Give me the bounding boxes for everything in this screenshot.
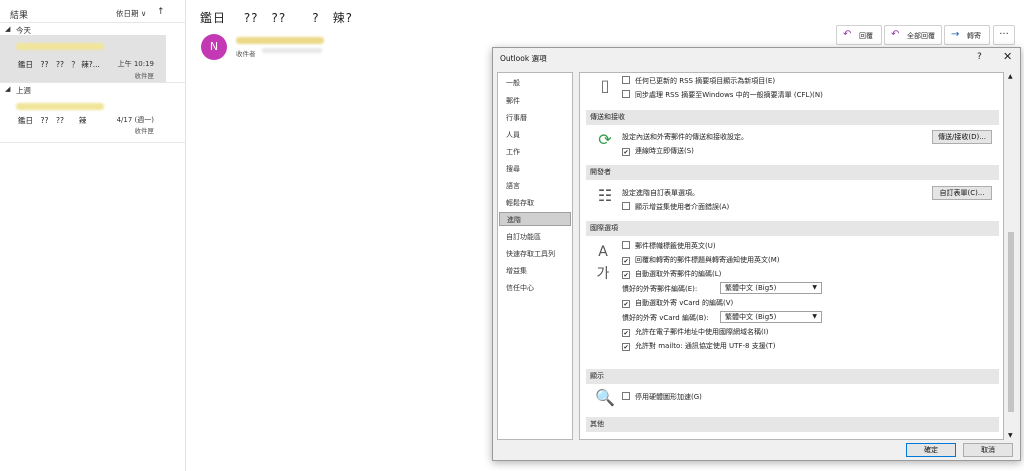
dropdown-arrow-icon: ▼ (812, 284, 817, 291)
auto-select-encoding-option[interactable]: 自動選取外寄郵件的編碼(L) (622, 269, 721, 279)
message-list-header: 結果 依日期 ∨ ↑ (0, 0, 186, 22)
close-icon[interactable]: ✕ (1003, 50, 1012, 63)
message-subject: 鑑日 ?? ?? ? 辣? (200, 11, 354, 25)
item-time: 上午 10:19 (117, 60, 154, 68)
custom-forms-button[interactable]: 自訂表單(C)... (932, 186, 992, 200)
item-time: 4/17 (週一) (116, 116, 154, 124)
sort-by-date-button[interactable]: 依日期 ∨ (116, 8, 146, 19)
rss-option-2[interactable]: 同步處理 RSS 摘要至Windows 中的一般摘要清單 (CFL)(N) (622, 90, 823, 100)
list-item[interactable]: 鑑日 ?? ?? ？ 辣?... 上午 10:19 收件匣 (0, 35, 166, 82)
nav-item-people[interactable]: 人員 (499, 128, 571, 142)
checkbox[interactable] (622, 271, 630, 279)
nav-item-tasks[interactable]: 工作 (499, 145, 571, 159)
item-subject: 鑑日 ?? ?? 辣 (18, 116, 87, 125)
checkbox[interactable] (622, 202, 630, 210)
checkbox[interactable] (622, 257, 630, 265)
checkbox[interactable] (622, 329, 630, 337)
checkbox[interactable] (622, 76, 630, 84)
nav-item-general[interactable]: 一般 (499, 76, 571, 90)
section-display: 顯示 (586, 369, 999, 384)
checkbox[interactable] (622, 343, 630, 351)
nav-item-customize-ribbon[interactable]: 自訂功能區 (499, 230, 571, 244)
rss-option-1[interactable]: 任何已更新的 RSS 摘要項目顯示為新項目(E) (622, 76, 775, 86)
english-headers-option[interactable]: 回覆和轉寄的郵件標題與轉寄通知使用英文(M) (622, 255, 780, 265)
section-developers: 開發者 (586, 165, 999, 180)
send-receive-button[interactable]: 傳送/接收(D)... (932, 130, 992, 144)
sender-name-blurred[interactable] (236, 37, 324, 44)
nav-item-calendar[interactable]: 行事曆 (499, 111, 571, 125)
dropdown-arrow-icon: ▼ (812, 313, 817, 320)
vcard-encoding-label: 慣好的外寄 vCard 編碼(B): (622, 314, 709, 322)
scroll-down-icon[interactable]: ▼ (1008, 432, 1013, 439)
reply-button[interactable]: ↶ 回覆 (836, 25, 882, 45)
english-flag-labels-option[interactable]: 郵件標幟標籤使用英文(U) (622, 241, 716, 251)
send-immediately-option[interactable]: 連線時立即傳送(S) (622, 146, 694, 156)
language-icon: A가 (596, 244, 610, 282)
list-item[interactable]: 鑑日 ?? ?? 辣 4/17 (週一) 收件匣 (0, 95, 166, 142)
options-scrollbar[interactable]: ▲ ▼ (1006, 72, 1016, 440)
vcard-encoding-select[interactable]: 繁體中文 (Big5) ▼ (720, 311, 822, 323)
more-actions-button[interactable]: ··· (993, 25, 1015, 45)
cancel-button[interactable]: 取消 (963, 443, 1013, 457)
scroll-up-icon[interactable]: ▲ (1008, 73, 1013, 80)
auto-select-vcard-option[interactable]: 自動選取外寄 vCard 的編碼(V) (622, 298, 733, 308)
item-folder: 收件匣 (134, 72, 155, 80)
section-send-receive: 傳送和接收 (586, 110, 999, 125)
avatar[interactable]: N (201, 34, 227, 60)
forward-button[interactable]: → 轉寄 (944, 25, 990, 45)
disable-hw-acceleration-option[interactable]: 停用硬體圖形加速(G) (622, 392, 702, 402)
custom-forms-icon: ☷ (597, 186, 613, 205)
item-folder: 收件匣 (134, 127, 155, 135)
checkbox[interactable] (622, 90, 630, 98)
sender-name-blurred (16, 43, 104, 50)
collapse-chevron-icon[interactable]: ◢ (5, 25, 10, 33)
encoding-select[interactable]: 繁體中文 (Big5) ▼ (720, 282, 822, 294)
rss-feed-icon: ▯ (600, 76, 610, 95)
reply-all-icon: ↶ (891, 29, 900, 40)
outlook-options-dialog: Outlook 選項 ? ✕ 一般 郵件 行事曆 人員 工作 搜尋 語言 輕鬆存… (492, 47, 1021, 461)
help-icon[interactable]: ? (977, 52, 982, 62)
recipient-blurred (262, 48, 322, 53)
divider (0, 22, 186, 23)
options-content: ▯ 任何已更新的 RSS 摘要項目顯示為新項目(E) 同步處理 RSS 摘要至W… (579, 72, 1004, 440)
checkbox[interactable] (622, 392, 630, 400)
item-subject: 鑑日 ?? ?? ？ 辣?... (18, 60, 100, 69)
encoding-label: 慣好的外寄郵件編碼(E): (622, 285, 698, 293)
nav-item-add-ins[interactable]: 增益集 (499, 264, 571, 278)
section-international: 國際選項 (586, 221, 999, 236)
forward-icon: → (951, 29, 960, 40)
dialog-title: Outlook 選項 (500, 54, 547, 63)
collapse-chevron-icon[interactable]: ◢ (5, 85, 10, 93)
developer-desc: 設定進階自訂表單選項。 (622, 189, 699, 197)
nav-item-accessibility[interactable]: 輕鬆存取 (499, 196, 571, 210)
ok-button[interactable]: 確定 (906, 443, 956, 457)
utf8-mailto-option[interactable]: 允許對 mailto: 通訊協定使用 UTF-8 支援(T) (622, 341, 775, 351)
sync-icon: ⟳ (598, 130, 612, 149)
results-title: 結果 (10, 11, 29, 21)
checkbox[interactable] (622, 148, 630, 156)
to-label: 收件者 (236, 50, 256, 58)
idn-option[interactable]: 允許在電子郵件地址中使用國際網域名稱(I) (622, 327, 769, 337)
nav-item-search[interactable]: 搜尋 (499, 162, 571, 176)
display-settings-icon: 🔍 (595, 388, 615, 407)
scroll-thumb[interactable] (1008, 232, 1014, 412)
nav-item-mail[interactable]: 郵件 (499, 94, 571, 108)
reply-all-button[interactable]: ↶ 全部回覆 (884, 25, 942, 45)
checkbox[interactable] (622, 241, 630, 249)
checkbox[interactable] (622, 300, 630, 308)
divider (0, 142, 186, 143)
options-nav: 一般 郵件 行事曆 人員 工作 搜尋 語言 輕鬆存取 進階 自訂功能區 快速存取… (497, 72, 573, 440)
divider (0, 82, 186, 83)
sender-name-blurred (16, 103, 104, 110)
section-other: 其他 (586, 417, 999, 432)
message-list: 結果 依日期 ∨ ↑ ◢ 今天 鑑日 ?? ?? ？ 辣?... 上午 10:1… (0, 0, 186, 471)
show-addin-errors-option[interactable]: 顯示增益集使用者介面錯誤(A) (622, 202, 729, 212)
nav-item-language[interactable]: 語言 (499, 179, 571, 193)
reply-icon: ↶ (843, 29, 852, 40)
nav-item-quick-access-toolbar[interactable]: 快速存取工具列 (499, 247, 571, 261)
sort-direction-icon[interactable]: ↑ (157, 7, 165, 17)
nav-item-trust-center[interactable]: 信任中心 (499, 281, 571, 295)
send-receive-desc: 設定內送和外寄郵件的傳送和接收設定。 (622, 133, 748, 141)
nav-item-advanced[interactable]: 進階 (499, 212, 571, 226)
